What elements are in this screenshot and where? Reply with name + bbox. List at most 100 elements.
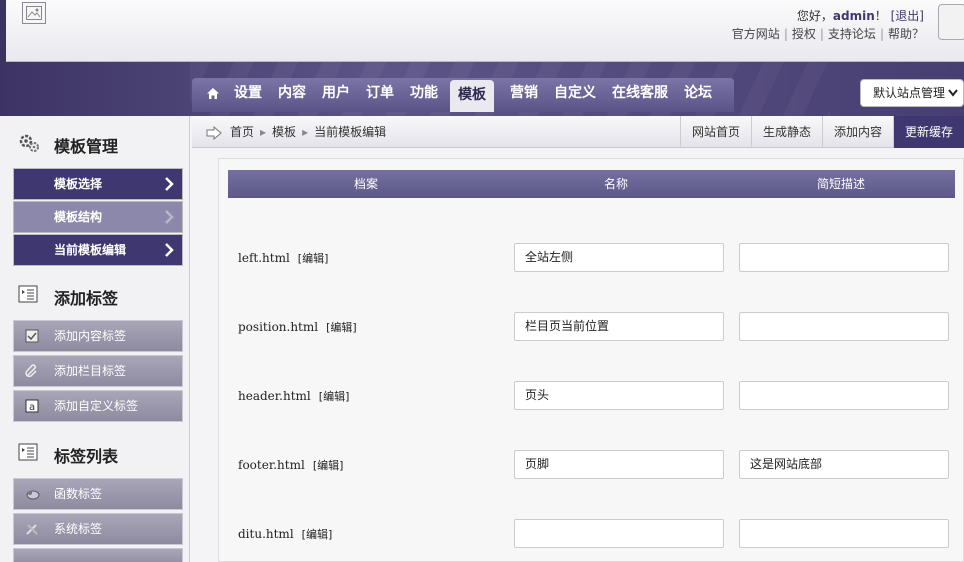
home-icon [207, 87, 219, 99]
text-a-icon: a [25, 399, 39, 413]
file-name: footer.html [238, 458, 305, 472]
desc-input[interactable] [739, 312, 949, 341]
section-title: 添加标签 [54, 289, 119, 308]
function-icon [26, 490, 40, 500]
file-name: header.html [238, 389, 311, 403]
desc-input[interactable] [739, 519, 949, 548]
sidebar-item-add-column-tag[interactable]: 添加栏目标签 [13, 355, 183, 387]
table-row-file: left.html [编辑] [238, 250, 328, 266]
tab-templates[interactable]: 模板 [450, 80, 494, 112]
edit-link[interactable]: [编辑] [298, 252, 329, 265]
sidebar-item-label: 添加内容标签 [54, 329, 127, 343]
breadcrumb-separator-icon: ▸ [302, 125, 309, 139]
avatar[interactable] [938, 4, 964, 40]
chevron-right-icon [165, 177, 174, 191]
license-link[interactable]: 授权 [792, 27, 816, 41]
update-cache-button[interactable]: 更新缓存 [892, 116, 964, 148]
edit-link[interactable]: [编辑] [313, 459, 344, 472]
sidebar-section-tag-list: 标签列表 [0, 430, 190, 476]
tab-online-service[interactable]: 在线客服 [604, 78, 676, 112]
sidebar-item-label: 添加栏目标签 [54, 364, 127, 378]
table-header: 档案 名称 简短描述 [228, 170, 955, 198]
tab-custom[interactable]: 自定义 [546, 78, 604, 112]
tab-marketing[interactable]: 营销 [498, 78, 546, 112]
tab-settings[interactable]: 设置 [226, 78, 270, 112]
sidebar-item-system-tags[interactable]: 系统标签 [13, 513, 183, 545]
file-name: position.html [238, 320, 319, 334]
forum-support-link[interactable]: 支持论坛 [828, 27, 876, 41]
sidebar-item-function-tags[interactable]: 函数标签 [13, 478, 183, 510]
window-edge [0, 0, 6, 62]
greeting-suffix: ！ [874, 9, 887, 23]
sidebar-item-label: 系统标签 [54, 522, 103, 536]
sidebar-item-template-structure[interactable]: 模板结构 [13, 201, 183, 233]
sidebar-item-template-select[interactable]: 模板选择 [13, 168, 183, 200]
sidebar-item-partial[interactable] [13, 548, 183, 562]
column-header-file: 档案 [354, 177, 379, 191]
breadcrumb: 首页 ▸ 模板 ▸ 当前模板编辑 [206, 116, 386, 148]
desc-input[interactable] [739, 381, 949, 410]
breadcrumb-templates[interactable]: 模板 [272, 125, 296, 139]
tab-content[interactable]: 内容 [270, 78, 314, 112]
site-home-button[interactable]: 网站首页 [679, 116, 751, 148]
content-panel [218, 158, 964, 562]
link-separator: | [783, 27, 788, 41]
section-title: 模板管理 [54, 137, 119, 156]
tab-forum[interactable]: 论坛 [676, 78, 730, 112]
table-row-file: header.html [编辑] [238, 388, 349, 404]
desc-input[interactable]: 这是网站底部 [739, 450, 949, 479]
site-select-value: 默认站点管理 [873, 86, 946, 100]
name-input[interactable]: 栏目页当前位置 [514, 312, 724, 341]
official-site-link[interactable]: 官方网站 [732, 27, 780, 41]
desc-input[interactable] [739, 243, 949, 272]
breadcrumb-home[interactable]: 首页 [230, 125, 254, 139]
sidebar-item-label: 模板结构 [54, 210, 103, 224]
tab-orders[interactable]: 订单 [358, 78, 402, 112]
sidebar-item-label: 当前模板编辑 [54, 243, 127, 257]
action-buttons: 网站首页 生成静态 添加内容 更新缓存 [679, 116, 964, 148]
svg-text:a: a [29, 402, 35, 413]
breadcrumb-current: 当前模板编辑 [314, 125, 387, 139]
sidebar-item-add-custom-tag[interactable]: a 添加自定义标签 [13, 390, 183, 422]
help-link[interactable]: 帮助？ [888, 27, 924, 41]
list-icon [18, 443, 38, 461]
section-title: 标签列表 [54, 447, 119, 466]
column-header-desc: 简短描述 [817, 177, 866, 191]
edit-link[interactable]: [编辑] [319, 390, 350, 403]
chevron-right-icon [165, 243, 174, 257]
name-input[interactable] [514, 519, 724, 548]
top-links: 官方网站 | 授权 | 支持论坛 | 帮助？ [732, 25, 924, 42]
sidebar-item-label: 模板选择 [54, 177, 103, 191]
tab-home[interactable] [196, 78, 226, 112]
name-input[interactable]: 页头 [514, 381, 724, 410]
table-row-file: ditu.html [编辑] [238, 526, 332, 542]
tab-features[interactable]: 功能 [402, 78, 446, 112]
name-input[interactable]: 全站左侧 [514, 243, 724, 272]
paperclip-icon [25, 364, 37, 378]
greeting-prefix: 您好， [796, 9, 833, 23]
sidebar-item-current-template-edit[interactable]: 当前模板编辑 [13, 234, 183, 266]
name-input[interactable]: 页脚 [514, 450, 724, 479]
sidebar-item-label: 函数标签 [54, 487, 103, 501]
link-separator: | [879, 27, 884, 41]
sidebar-section-add-tags: 添加标签 [0, 272, 190, 318]
add-content-button[interactable]: 添加内容 [821, 116, 893, 148]
list-icon [18, 285, 38, 303]
file-name: ditu.html [238, 527, 294, 541]
chevron-right-icon [165, 210, 174, 224]
file-name: left.html [238, 251, 290, 265]
greeting: 您好，admin！ [退出] [797, 7, 924, 24]
edit-link[interactable]: [编辑] [326, 321, 357, 334]
sidebar: 模板管理 模板选择 模板结构 当前模板编辑 添加标签 添加内容标签 添加栏目标签… [0, 116, 190, 562]
logout-link[interactable]: [退出] [891, 9, 924, 23]
tab-users[interactable]: 用户 [314, 78, 358, 112]
table-row-file: position.html [编辑] [238, 319, 357, 335]
site-select-dropdown[interactable]: 默认站点管理 [860, 79, 964, 107]
arrow-right-outline-icon [206, 125, 222, 140]
sidebar-item-add-content-tag[interactable]: 添加内容标签 [13, 320, 183, 352]
edit-link[interactable]: [编辑] [302, 528, 333, 541]
column-header-name: 名称 [604, 177, 629, 191]
logo-image-icon [22, 2, 46, 24]
document-icon [25, 329, 39, 343]
generate-static-button[interactable]: 生成静态 [750, 116, 822, 148]
